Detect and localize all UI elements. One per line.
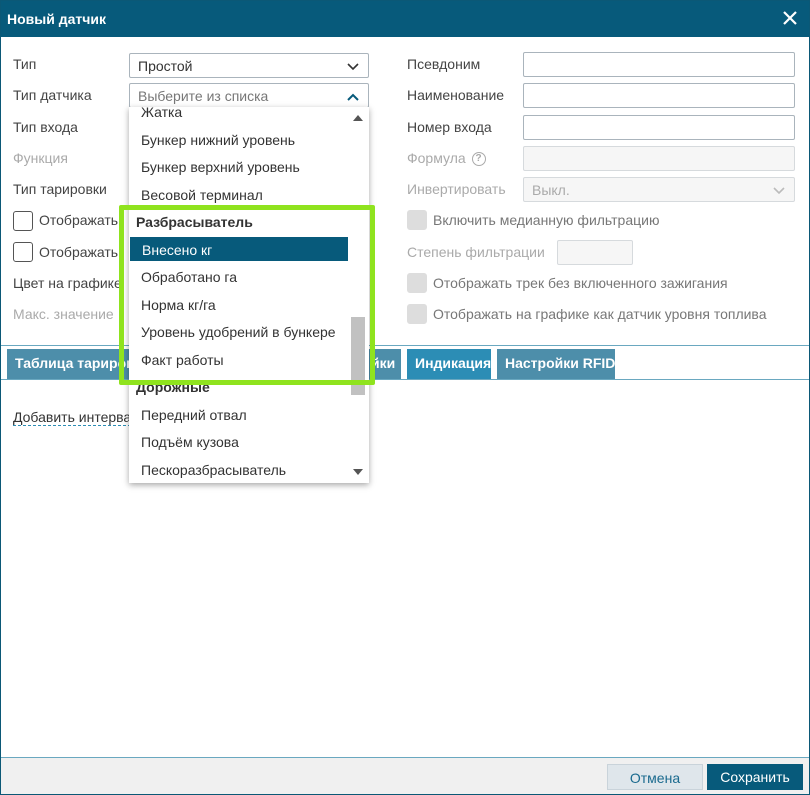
dropdown-option[interactable]: Передний отвал bbox=[129, 407, 349, 431]
dropdown-option[interactable]: Бункер верхний уровень bbox=[129, 159, 349, 183]
tab-rfid-settings[interactable]: Настройки RFID bbox=[497, 349, 615, 379]
dialog-titlebar: Новый датчик bbox=[1, 1, 809, 37]
scroll-up-arrow-icon[interactable] bbox=[353, 115, 363, 121]
dropdown-group-header: Дорожные bbox=[136, 379, 210, 395]
close-icon[interactable] bbox=[781, 7, 799, 29]
chevron-down-icon bbox=[347, 63, 359, 71]
sensor-type-select[interactable]: Выберите из списка bbox=[129, 83, 369, 108]
input-type-label: Тип входа bbox=[13, 119, 78, 135]
invert-value: Выкл. bbox=[532, 182, 570, 198]
median-filter-label: Включить медианную фильтрацию bbox=[433, 212, 660, 228]
fuel-level-checkbox bbox=[407, 304, 427, 324]
sensor-type-placeholder: Выберите из списка bbox=[138, 88, 269, 104]
formula-label: Формула ? bbox=[407, 150, 486, 167]
tab-calibration-table[interactable]: Таблица тарировки bbox=[7, 349, 131, 379]
type-select[interactable]: Простой bbox=[129, 53, 369, 78]
tab-indication[interactable]: Индикация bbox=[407, 349, 491, 379]
chevron-down-icon bbox=[773, 187, 785, 195]
dropdown-option[interactable]: Жатка bbox=[129, 107, 349, 128]
dropdown-scrollbar[interactable] bbox=[349, 107, 369, 483]
filter-degree-input bbox=[557, 240, 633, 265]
invert-select: Выкл. bbox=[523, 177, 795, 202]
dropdown-option[interactable]: Обработано га bbox=[129, 269, 349, 293]
dialog-title: Новый датчик bbox=[7, 11, 106, 27]
tabs-top-border bbox=[1, 345, 809, 346]
type-label: Тип bbox=[13, 56, 37, 72]
scroll-thumb[interactable] bbox=[351, 317, 365, 395]
input-number-label: Номер входа bbox=[407, 119, 492, 135]
show-checkbox-1-label: Отображать bbox=[39, 212, 119, 228]
show-checkbox-2-label: Отображать bbox=[39, 244, 119, 260]
alias-label: Псевдоним bbox=[407, 56, 481, 72]
tab-settings[interactable]: йки bbox=[367, 349, 401, 379]
tabs-bottom-border bbox=[1, 379, 809, 380]
formula-input bbox=[523, 146, 795, 171]
track-without-ignition-checkbox bbox=[407, 273, 427, 293]
show-checkbox-1[interactable] bbox=[13, 211, 33, 231]
help-icon[interactable]: ? bbox=[471, 152, 486, 167]
max-value-label: Макс. значение bbox=[13, 306, 114, 322]
alias-input[interactable] bbox=[523, 52, 795, 77]
sensor-type-label: Тип датчика bbox=[13, 87, 92, 103]
input-number-input[interactable] bbox=[523, 115, 795, 140]
dropdown-option[interactable]: Уровень удобрений в бункере bbox=[129, 324, 349, 348]
track-without-ignition-label: Отображать трек без включенного зажигани… bbox=[433, 275, 728, 291]
type-value: Простой bbox=[138, 58, 193, 74]
cancel-button[interactable]: Отмена bbox=[607, 764, 703, 790]
dropdown-group-header: Разбрасыватель bbox=[136, 214, 253, 230]
name-input[interactable] bbox=[523, 83, 795, 108]
chart-color-label: Цвет на графике bbox=[13, 275, 122, 291]
dropdown-option[interactable]: Норма кг/га bbox=[129, 297, 349, 321]
function-label: Функция bbox=[13, 150, 68, 166]
name-label: Наименование bbox=[407, 87, 505, 103]
dropdown-option[interactable]: Бункер нижний уровень bbox=[129, 132, 349, 156]
fuel-level-label: Отображать на графике как датчик уровня … bbox=[433, 306, 767, 322]
dropdown-option[interactable]: Весовой терминал bbox=[129, 187, 349, 211]
invert-label: Инвертировать bbox=[407, 181, 506, 197]
show-checkbox-2[interactable] bbox=[13, 242, 33, 262]
scroll-down-arrow-icon[interactable] bbox=[353, 469, 363, 475]
median-filter-checkbox bbox=[407, 210, 427, 230]
dropdown-option[interactable]: Подъём кузова bbox=[129, 434, 349, 458]
dropdown-option[interactable]: Факт работы bbox=[129, 352, 349, 376]
add-interval-link[interactable]: Добавить интерва bbox=[13, 409, 132, 426]
save-button[interactable]: Сохранить bbox=[707, 764, 803, 790]
sensor-type-dropdown: Жатка Бункер нижний уровень Бункер верхн… bbox=[129, 107, 369, 483]
dropdown-option[interactable]: Пескоразбрасыватель bbox=[129, 462, 349, 483]
dropdown-option-selected[interactable]: Внесено кг bbox=[130, 237, 348, 261]
formula-label-text: Формула bbox=[407, 150, 466, 166]
calibration-type-label: Тип тарировки bbox=[13, 181, 107, 197]
chevron-up-icon bbox=[347, 93, 359, 101]
new-sensor-dialog: Новый датчик Тип Простой Тип датчика Выб… bbox=[0, 0, 810, 795]
filter-degree-label: Степень фильтрации bbox=[407, 244, 545, 260]
